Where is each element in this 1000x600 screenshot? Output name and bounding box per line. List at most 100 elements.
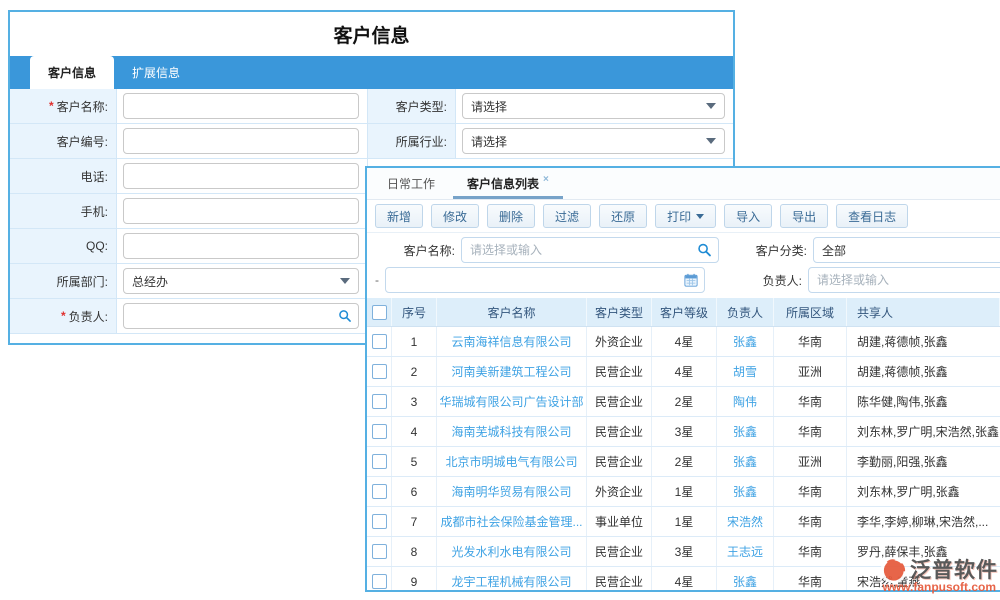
cell-seq: 1 bbox=[392, 327, 437, 356]
toolbar-button-label: 新增 bbox=[387, 208, 411, 225]
dropdown-select[interactable]: 请选择 bbox=[462, 128, 725, 154]
cell-type: 民营企业 bbox=[587, 537, 652, 566]
row-checkbox[interactable] bbox=[372, 364, 387, 379]
text-input[interactable] bbox=[123, 233, 359, 259]
customer-table: 序号客户名称客户类型客户等级负责人所属区域共享人 1云南海祥信息有限公司外资企业… bbox=[367, 298, 1000, 592]
toolbar-button-9[interactable]: 查看日志 bbox=[836, 204, 908, 228]
row-checkbox-cell bbox=[367, 477, 392, 506]
table-header-row: 序号客户名称客户类型客户等级负责人所属区域共享人 bbox=[367, 298, 1000, 327]
row-checkbox[interactable] bbox=[372, 514, 387, 529]
toolbar-button-2[interactable]: 修改 bbox=[431, 204, 479, 228]
table-header-cell: 序号 bbox=[392, 298, 437, 326]
table-body: 1云南海祥信息有限公司外资企业4星张鑫华南胡建,蒋德帧,张鑫2河南美新建筑工程公… bbox=[367, 327, 1000, 592]
cell-owner[interactable]: 张鑫 bbox=[717, 567, 774, 592]
field-control: 请选择 bbox=[456, 124, 733, 158]
row-checkbox[interactable] bbox=[372, 484, 387, 499]
cell-grade: 3星 bbox=[652, 417, 717, 446]
toolbar-button-label: 删除 bbox=[499, 208, 523, 225]
owner-filter-input[interactable] bbox=[808, 267, 1000, 293]
field-label-text: 手机: bbox=[81, 203, 108, 220]
field-label-text: 客户名称: bbox=[57, 98, 108, 115]
field-label: *客户名称: bbox=[10, 89, 117, 123]
list-tab-1[interactable]: 日常工作 bbox=[371, 168, 451, 199]
cell-owner[interactable]: 陶伟 bbox=[717, 387, 774, 416]
cell-seq: 4 bbox=[392, 417, 437, 446]
dropdown-select[interactable]: 请选择 bbox=[462, 93, 725, 119]
row-checkbox[interactable] bbox=[372, 544, 387, 559]
field-label: 电话: bbox=[10, 159, 117, 193]
toolbar-button-5[interactable]: 还原 bbox=[599, 204, 647, 228]
row-checkbox-cell bbox=[367, 357, 392, 386]
dropdown-select[interactable]: 总经办 bbox=[123, 268, 359, 294]
text-input[interactable] bbox=[123, 93, 359, 119]
toolbar-button-label: 打印 bbox=[667, 208, 691, 225]
table-header-cell: 负责人 bbox=[717, 298, 774, 326]
form-field-row: 电话: bbox=[10, 159, 367, 194]
customer-name-filter-input[interactable] bbox=[461, 237, 719, 263]
form-tab-2[interactable]: 扩展信息 bbox=[114, 56, 198, 89]
search-icon[interactable] bbox=[338, 309, 352, 323]
toolbar-button-6[interactable]: 打印 bbox=[655, 204, 716, 228]
close-icon[interactable]: × bbox=[543, 174, 549, 185]
toolbar-button-4[interactable]: 过滤 bbox=[543, 204, 591, 228]
search-input[interactable] bbox=[123, 303, 359, 329]
text-input[interactable] bbox=[123, 198, 359, 224]
toolbar-button-8[interactable]: 导出 bbox=[780, 204, 828, 228]
cell-name[interactable]: 光发水利水电有限公司 bbox=[437, 537, 587, 566]
field-label: 所属行业: bbox=[368, 124, 456, 158]
text-input[interactable] bbox=[123, 163, 359, 189]
select-all-checkbox[interactable] bbox=[372, 305, 387, 320]
cell-owner[interactable]: 王志远 bbox=[717, 537, 774, 566]
category-filter-label: 客户分类: bbox=[743, 242, 807, 259]
row-checkbox[interactable] bbox=[372, 394, 387, 409]
cell-owner[interactable]: 张鑫 bbox=[717, 327, 774, 356]
text-input[interactable] bbox=[123, 128, 359, 154]
cell-region: 亚洲 bbox=[774, 357, 847, 386]
cell-name[interactable]: 华瑞城有限公司广告设计部 bbox=[437, 387, 587, 416]
toolbar-button-1[interactable]: 新增 bbox=[375, 204, 423, 228]
form-tabbar: 客户信息扩展信息 bbox=[10, 56, 733, 89]
list-tab-2[interactable]: 客户信息列表× bbox=[451, 168, 565, 199]
cell-name[interactable]: 海南明华贸易有限公司 bbox=[437, 477, 587, 506]
cell-owner[interactable]: 宋浩然 bbox=[717, 507, 774, 536]
row-checkbox[interactable] bbox=[372, 454, 387, 469]
cell-shared: 罗丹,薛保丰,张鑫 bbox=[847, 537, 1000, 566]
field-control bbox=[117, 194, 367, 228]
category-filter-select[interactable]: 全部 bbox=[813, 237, 1000, 263]
cell-region: 华南 bbox=[774, 507, 847, 536]
field-label: QQ: bbox=[10, 229, 117, 263]
cell-owner[interactable]: 张鑫 bbox=[717, 447, 774, 476]
form-tab-1[interactable]: 客户信息 bbox=[30, 56, 114, 89]
cell-grade: 3星 bbox=[652, 537, 717, 566]
cell-owner[interactable]: 张鑫 bbox=[717, 477, 774, 506]
row-checkbox[interactable] bbox=[372, 424, 387, 439]
cell-owner[interactable]: 张鑫 bbox=[717, 417, 774, 446]
cell-grade: 2星 bbox=[652, 447, 717, 476]
cell-owner[interactable]: 胡雪 bbox=[717, 357, 774, 386]
cell-name[interactable]: 海南芜城科技有限公司 bbox=[437, 417, 587, 446]
cell-seq: 3 bbox=[392, 387, 437, 416]
cell-name[interactable]: 云南海祥信息有限公司 bbox=[437, 327, 587, 356]
cell-name[interactable]: 成都市社会保险基金管理... bbox=[437, 507, 587, 536]
cell-shared: 李华,李婷,柳琳,宋浩然,... bbox=[847, 507, 1000, 536]
cell-type: 民营企业 bbox=[587, 447, 652, 476]
row-checkbox[interactable] bbox=[372, 334, 387, 349]
cell-name[interactable]: 河南美新建筑工程公司 bbox=[437, 357, 587, 386]
date-filter-input[interactable] bbox=[385, 267, 705, 293]
cell-name[interactable]: 龙宇工程机械有限公司 bbox=[437, 567, 587, 592]
cell-name[interactable]: 北京市明城电气有限公司 bbox=[437, 447, 587, 476]
search-icon[interactable] bbox=[697, 243, 712, 258]
table-header-cell: 客户等级 bbox=[652, 298, 717, 326]
customer-list-window: 日常工作客户信息列表× 新增 修改 删除 过滤还原 打印 导入导出查看日志 客户名称: 客… bbox=[365, 166, 1000, 592]
toolbar-button-3[interactable]: 删除 bbox=[487, 204, 535, 228]
field-label: 所属部门: bbox=[10, 264, 117, 298]
cell-seq: 7 bbox=[392, 507, 437, 536]
filter-row-1: 客户名称: 客户分类: 全部 bbox=[367, 235, 1000, 265]
row-checkbox[interactable] bbox=[372, 574, 387, 589]
form-left-column: *客户名称:客户编号:电话:手机:QQ:所属部门:总经办*负责人: bbox=[10, 89, 368, 334]
toolbar-button-7[interactable]: 导入 bbox=[724, 204, 772, 228]
row-checkbox-cell bbox=[367, 387, 392, 416]
table-row: 9龙宇工程机械有限公司民营企业4星张鑫华南宋浩然,童燕 bbox=[367, 567, 1000, 592]
calendar-icon[interactable] bbox=[684, 273, 698, 287]
cell-type: 外资企业 bbox=[587, 327, 652, 356]
